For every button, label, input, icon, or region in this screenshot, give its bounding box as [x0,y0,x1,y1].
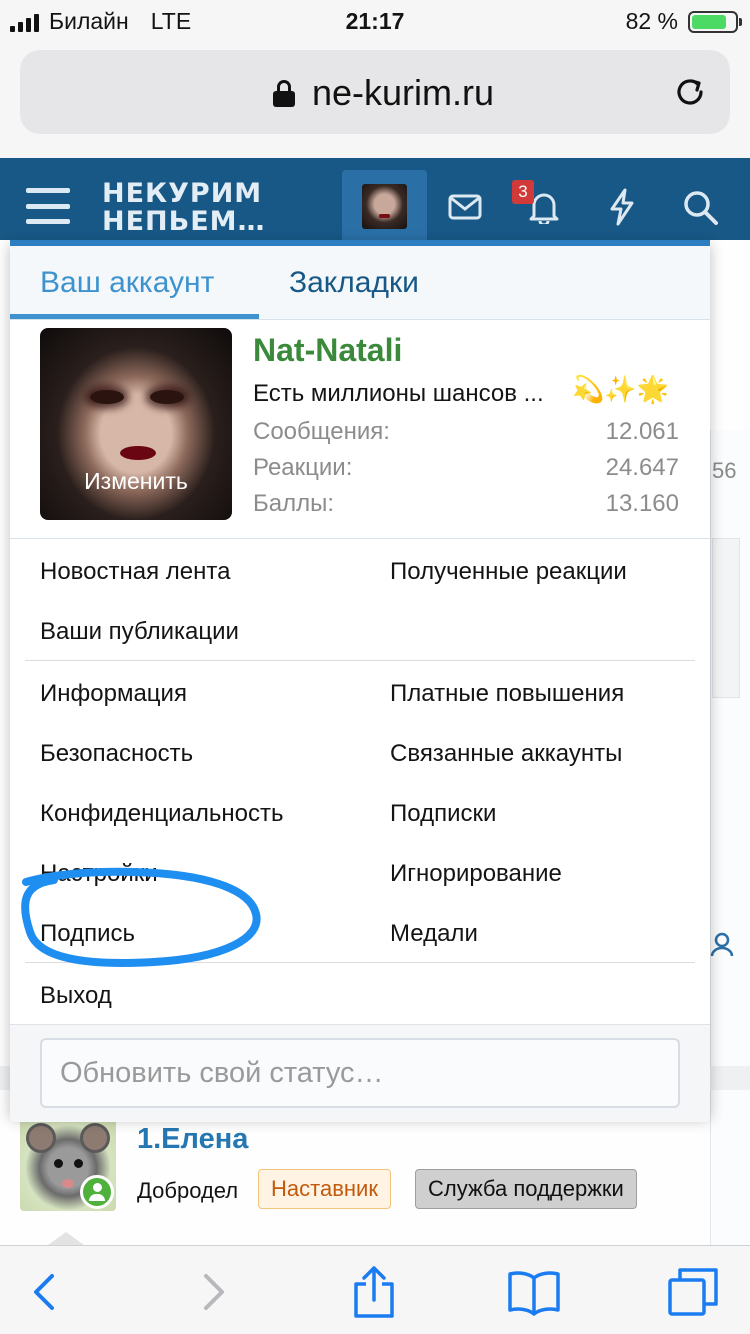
background-number: 56 [712,458,737,483]
address-bar[interactable]: ne-kurim.ru [20,50,730,134]
stat-value: 13.160 [605,490,679,517]
lock-icon [273,80,295,107]
browser-top-bar: ne-kurim.ru [0,40,750,158]
menu-item-medals[interactable]: Медали [390,920,478,948]
menu-item-ignoring[interactable]: Игнорирование [390,860,562,888]
status-update-input[interactable] [40,1038,680,1108]
logo-line-2: НЕПЬЕМ… [102,206,266,237]
menu-icon[interactable] [26,188,70,224]
mail-icon[interactable] [448,194,482,220]
reload-icon[interactable] [672,74,708,110]
tabs-icon[interactable] [666,1264,722,1320]
search-icon[interactable] [683,190,719,226]
menu-item-news-feed[interactable]: Новостная лента [40,558,230,586]
stat-value: 12.061 [605,418,679,445]
menu-item-logout[interactable]: Выход [40,982,112,1010]
stat-label: Сообщения: [253,418,390,445]
tab-your-account[interactable]: Ваш аккаунт [40,266,214,300]
user-title: Добродел [137,1178,239,1203]
back-icon[interactable] [18,1264,74,1320]
page-caret [48,1232,84,1245]
account-tab[interactable] [342,170,427,240]
menu-item-paid-upgrades[interactable]: Платные повышения [390,680,624,708]
share-icon[interactable] [346,1264,402,1320]
lightning-icon[interactable] [608,188,636,226]
battery-percent: 82 % [625,8,678,34]
account-menu: Ваш аккаунт Закладки Изменить Nat-Natali… [10,240,710,1122]
user-status: Есть миллионы шансов ... [253,380,544,407]
background-box [712,538,740,698]
bookmarks-icon[interactable] [506,1264,562,1320]
post-author: 1.Елена Добродел Наставник Служба поддер… [20,1115,750,1215]
menu-item-security[interactable]: Безопасность [40,740,193,768]
menu-item-reactions-received[interactable]: Полученные реакции [390,558,627,586]
stat-points: Баллы: 13.160 [253,490,679,518]
menu-item-connected-accounts[interactable]: Связанные аккаунты [390,740,622,768]
stat-label: Баллы: [253,490,335,517]
stat-reactions: Реакции: 24.647 [253,454,679,482]
status-right: 82 % [625,8,742,35]
url-text: ne-kurim.ru [312,72,495,113]
divider [10,538,710,539]
menu-item-preferences[interactable]: Настройки [40,860,158,888]
site-logo[interactable]: НЕКУРИМ НЕПЬЕМ… [102,180,266,236]
user-name[interactable]: 1.Елена [137,1123,248,1156]
active-tab-indicator [10,314,259,319]
online-status-icon [80,1175,114,1209]
profile-avatar[interactable]: Изменить [40,328,232,520]
status-bar: Билайн LTE 21:17 82 % [0,0,750,40]
stat-label: Реакции: [253,454,353,481]
divider [25,660,695,661]
avatar [362,184,407,229]
menu-item-signature[interactable]: Подпись [40,920,135,948]
username[interactable]: Nat-Natali [253,332,402,369]
stat-value: 24.647 [605,454,679,481]
notification-badge: 3 [512,180,534,204]
mentor-tag: Наставник [258,1169,391,1209]
menu-item-following[interactable]: Подписки [390,800,496,828]
status-emoji: 💫✨🌟 [572,374,670,404]
tab-bookmarks[interactable]: Закладки [289,266,419,300]
stat-messages: Сообщения: 12.061 [253,418,679,446]
menu-item-your-content[interactable]: Ваши публикации [40,618,239,646]
battery-icon [688,10,742,33]
account-menu-tabs: Ваш аккаунт Закладки [10,246,710,320]
support-tag: Служба поддержки [415,1169,637,1209]
person-icon [710,932,734,957]
divider [25,962,695,963]
logo-line-1: НЕКУРИМ [102,178,263,209]
menu-item-account-details[interactable]: Информация [40,680,187,708]
menu-item-privacy[interactable]: Конфиденциальность [40,800,283,828]
forward-icon[interactable] [184,1264,240,1320]
change-avatar-link[interactable]: Изменить [40,468,232,495]
site-header: НЕКУРИМ НЕПЬЕМ… 3 [0,158,750,240]
browser-toolbar [0,1245,750,1334]
